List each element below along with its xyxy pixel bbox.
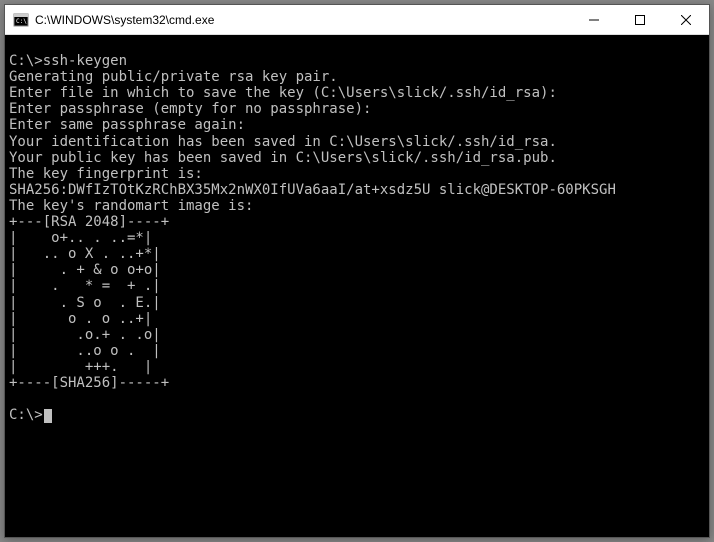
cmd-icon: C:\ [13, 12, 29, 28]
terminal-output[interactable]: C:\>ssh-keygenGenerating public/private … [5, 35, 709, 537]
terminal-line: Enter passphrase (empty for no passphras… [9, 101, 705, 117]
terminal-line: C:\> [9, 407, 705, 423]
terminal-line: Enter same passphrase again: [9, 117, 705, 133]
terminal-line: | +++. | [9, 359, 705, 375]
terminal-line: | o+.. . ..=*| [9, 230, 705, 246]
terminal-line: Enter file in which to save the key (C:\… [9, 85, 705, 101]
terminal-line: SHA256:DWfIzTOtKzRChBX35Mx2nWX0IfUVa6aaI… [9, 182, 705, 198]
cmd-window: C:\ C:\WINDOWS\system32\cmd.exe C:\>ssh-… [4, 4, 710, 538]
terminal-line: | . + & o o+o| [9, 262, 705, 278]
terminal-line: | .o.+ . .o| [9, 327, 705, 343]
terminal-line: The key fingerprint is: [9, 166, 705, 182]
terminal-line: | .. o X . ..+*| [9, 246, 705, 262]
titlebar[interactable]: C:\ C:\WINDOWS\system32\cmd.exe [5, 5, 709, 35]
terminal-line [9, 37, 705, 53]
terminal-line: +----[SHA256]-----+ [9, 375, 705, 391]
terminal-line: The key's randomart image is: [9, 198, 705, 214]
terminal-line: +---[RSA 2048]----+ [9, 214, 705, 230]
minimize-button[interactable] [571, 5, 617, 34]
terminal-line: Your identification has been saved in C:… [9, 134, 705, 150]
window-controls [571, 5, 709, 34]
cursor [44, 409, 52, 423]
terminal-line: | . S o . E.| [9, 295, 705, 311]
terminal-line: | . * = + .| [9, 278, 705, 294]
terminal-line: Your public key has been saved in C:\Use… [9, 150, 705, 166]
terminal-line: C:\>ssh-keygen [9, 53, 705, 69]
terminal-line: | ..o o . | [9, 343, 705, 359]
close-button[interactable] [663, 5, 709, 34]
maximize-button[interactable] [617, 5, 663, 34]
terminal-line: | o . o ..+| [9, 311, 705, 327]
svg-text:C:\: C:\ [16, 18, 27, 25]
terminal-line: Generating public/private rsa key pair. [9, 69, 705, 85]
window-title: C:\WINDOWS\system32\cmd.exe [35, 13, 571, 27]
terminal-line [9, 391, 705, 407]
